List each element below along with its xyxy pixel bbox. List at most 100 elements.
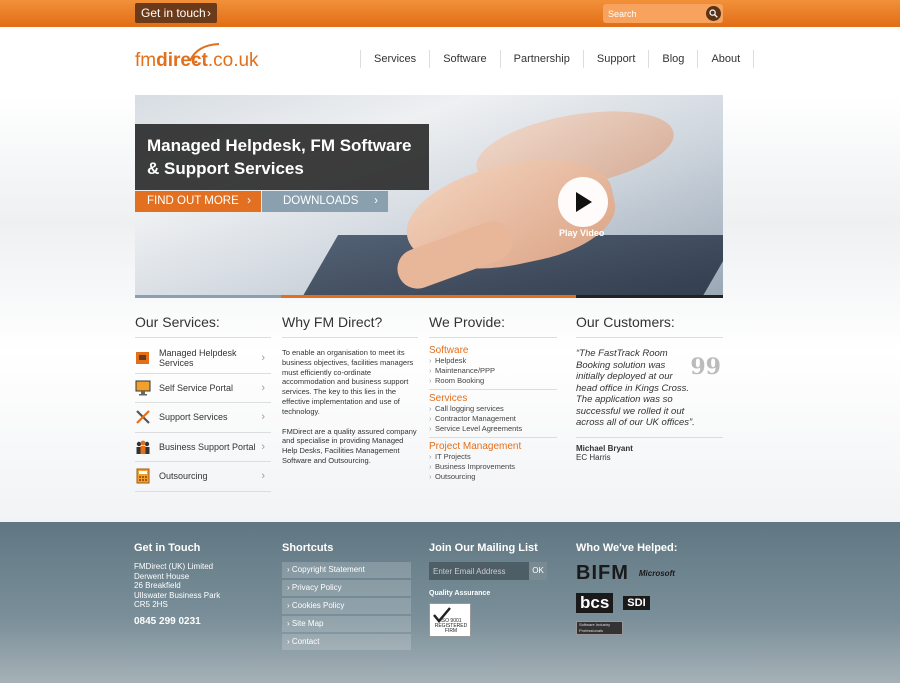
quality-assurance-label: Quality Assurance	[429, 590, 491, 597]
site-footer: Get in Touch FMDirect (UK) Limited Derwe…	[0, 522, 900, 683]
helpdesk-icon	[136, 352, 149, 365]
shortcut-cookies[interactable]: › Cookies Policy	[282, 598, 411, 614]
footer-shortcuts: Shortcuts › Copyright Statement › Privac…	[282, 542, 411, 652]
footer-clients: Who We've Helped: BIFM Microsoft bcs SDI…	[576, 542, 677, 643]
service-label: Support Services	[159, 412, 228, 423]
shortcut-label: Copyright Statement	[291, 565, 365, 574]
chevron-right-icon: ›	[207, 6, 211, 20]
hero-slider-stripe[interactable]	[135, 295, 281, 298]
why-column: Why FM Direct? To enable an organisation…	[282, 314, 418, 466]
get-in-touch-label: Get in touch	[141, 6, 206, 20]
mailing-heading: Join Our Mailing List	[429, 542, 538, 554]
provide-group-services[interactable]: Services	[429, 393, 557, 404]
shortcut-privacy[interactable]: › Privacy Policy	[282, 580, 411, 596]
sdi-logo: SDI	[623, 596, 650, 610]
nav-support[interactable]: Support	[582, 50, 649, 68]
shortcut-label: Contact	[291, 637, 320, 646]
find-out-more-button[interactable]: FIND OUT MORE ›	[135, 191, 261, 212]
footer-mailing-list: Join Our Mailing List OK Quality Assuran…	[429, 542, 547, 637]
logo-row: BIFM Microsoft	[576, 562, 677, 585]
monitor-icon	[135, 380, 151, 396]
service-item-support-services[interactable]: Support Services ›	[135, 403, 271, 433]
shortcuts-heading: Shortcuts	[282, 542, 334, 554]
services-heading: Our Services:	[135, 314, 271, 338]
shortcut-contact[interactable]: › Contact	[282, 634, 411, 650]
nav-about[interactable]: About	[697, 50, 755, 68]
play-video-button[interactable]	[558, 177, 608, 227]
chevron-right-icon: ›	[261, 440, 265, 453]
play-icon	[576, 192, 592, 212]
service-item-business-support-portal[interactable]: Business Support Portal ›	[135, 433, 271, 462]
search-icon	[709, 9, 718, 18]
get-in-touch-button[interactable]: Get in touch ›	[135, 3, 217, 23]
customer-company: EC Harris	[576, 452, 611, 462]
footer-contact: Get in Touch FMDirect (UK) Limited Derwe…	[134, 542, 220, 627]
service-item-managed-helpdesk[interactable]: Managed Helpdesk Services ›	[135, 344, 271, 374]
mailing-form: OK	[429, 562, 547, 580]
site-logo[interactable]: fmdirect.co.uk	[135, 43, 259, 72]
service-label: Self Service Portal	[159, 382, 234, 393]
nav-software[interactable]: Software	[429, 50, 499, 68]
nav-blog[interactable]: Blog	[648, 50, 697, 68]
provide-group-project-management[interactable]: Project Management	[429, 441, 557, 452]
provide-column: We Provide: Software Helpdesk Maintenanc…	[429, 314, 557, 484]
service-item-outsourcing[interactable]: Outsourcing ›	[135, 462, 271, 492]
hero-slider-stripe[interactable]	[429, 295, 576, 298]
search-button[interactable]	[706, 6, 721, 21]
main-nav: Services Software Partnership Support Bl…	[360, 50, 755, 72]
divider	[429, 437, 557, 438]
downloads-label: DOWNLOADS	[283, 195, 359, 207]
hero-banner: Managed Helpdesk, FM Software & Support …	[135, 95, 723, 295]
shortcut-sitemap[interactable]: › Site Map	[282, 616, 411, 632]
calculator-icon	[136, 468, 150, 484]
subscribe-ok-button[interactable]: OK	[529, 562, 547, 580]
helped-heading: Who We've Helped:	[576, 542, 678, 554]
top-bar: Get in touch ›	[0, 0, 900, 27]
quote-mark-icon: 99	[690, 354, 721, 380]
hero-title-line2: & Support Services	[147, 159, 304, 178]
provide-item[interactable]: Contractor Management	[429, 414, 557, 424]
provide-item[interactable]: Room Booking	[429, 376, 557, 386]
address-line: 26 Breakfield	[134, 581, 181, 590]
phone-number[interactable]: 0845 299 0231	[134, 616, 220, 627]
provide-item[interactable]: Maintenance/PPP	[429, 366, 557, 376]
logo-row: bcs SDI	[576, 593, 677, 613]
shortcut-label: Cookies Policy	[291, 601, 345, 610]
service-item-self-service-portal[interactable]: Self Service Portal ›	[135, 374, 271, 403]
address-line: CR5 2HS	[134, 600, 168, 609]
service-label: Managed Helpdesk Services	[159, 348, 237, 369]
customer-name: Michael Bryant	[576, 443, 633, 453]
provide-item[interactable]: Call logging services	[429, 404, 557, 414]
shortcut-copyright[interactable]: › Copyright Statement	[282, 562, 411, 578]
nav-services[interactable]: Services	[360, 50, 429, 68]
chevron-right-icon: ›	[261, 470, 265, 483]
hero-slider-stripe[interactable]	[576, 295, 723, 298]
downloads-button[interactable]: DOWNLOADS ›	[262, 191, 388, 212]
provide-list: Call logging services Contractor Managem…	[429, 404, 557, 434]
bcs-logo: bcs	[576, 593, 614, 613]
chevron-right-icon: ›	[247, 195, 251, 207]
provide-item[interactable]: Business Improvements	[429, 462, 557, 472]
find-out-more-label: FIND OUT MORE	[147, 195, 239, 207]
hero-caption: Managed Helpdesk, FM Software & Support …	[135, 124, 429, 190]
provide-heading: We Provide:	[429, 314, 557, 338]
provide-group-software[interactable]: Software	[429, 345, 557, 356]
provide-item[interactable]: Outsourcing	[429, 472, 557, 482]
email-field[interactable]	[429, 562, 529, 580]
iso-text: ISO 9001 REGISTERED FIRM	[434, 618, 468, 634]
hero-title-line1: Managed Helpdesk, FM Software	[147, 136, 412, 155]
chevron-right-icon: ›	[261, 381, 265, 394]
why-heading: Why FM Direct?	[282, 314, 418, 338]
microsoft-logo: Microsoft	[638, 569, 675, 578]
search-input[interactable]	[603, 4, 703, 23]
provide-item[interactable]: IT Projects	[429, 452, 557, 462]
provide-item[interactable]: Helpdesk	[429, 356, 557, 366]
hero-slider-stripe[interactable]	[281, 295, 429, 298]
chevron-right-icon: ›	[261, 411, 265, 424]
provide-item[interactable]: Service Level Agreements	[429, 424, 557, 434]
provide-list: IT Projects Business Improvements Outsou…	[429, 452, 557, 482]
nav-partnership[interactable]: Partnership	[499, 50, 583, 68]
why-paragraph-2: FMDirect are a quality assured company a…	[282, 426, 417, 465]
service-label: Outsourcing	[159, 471, 208, 482]
search-box	[603, 4, 723, 23]
